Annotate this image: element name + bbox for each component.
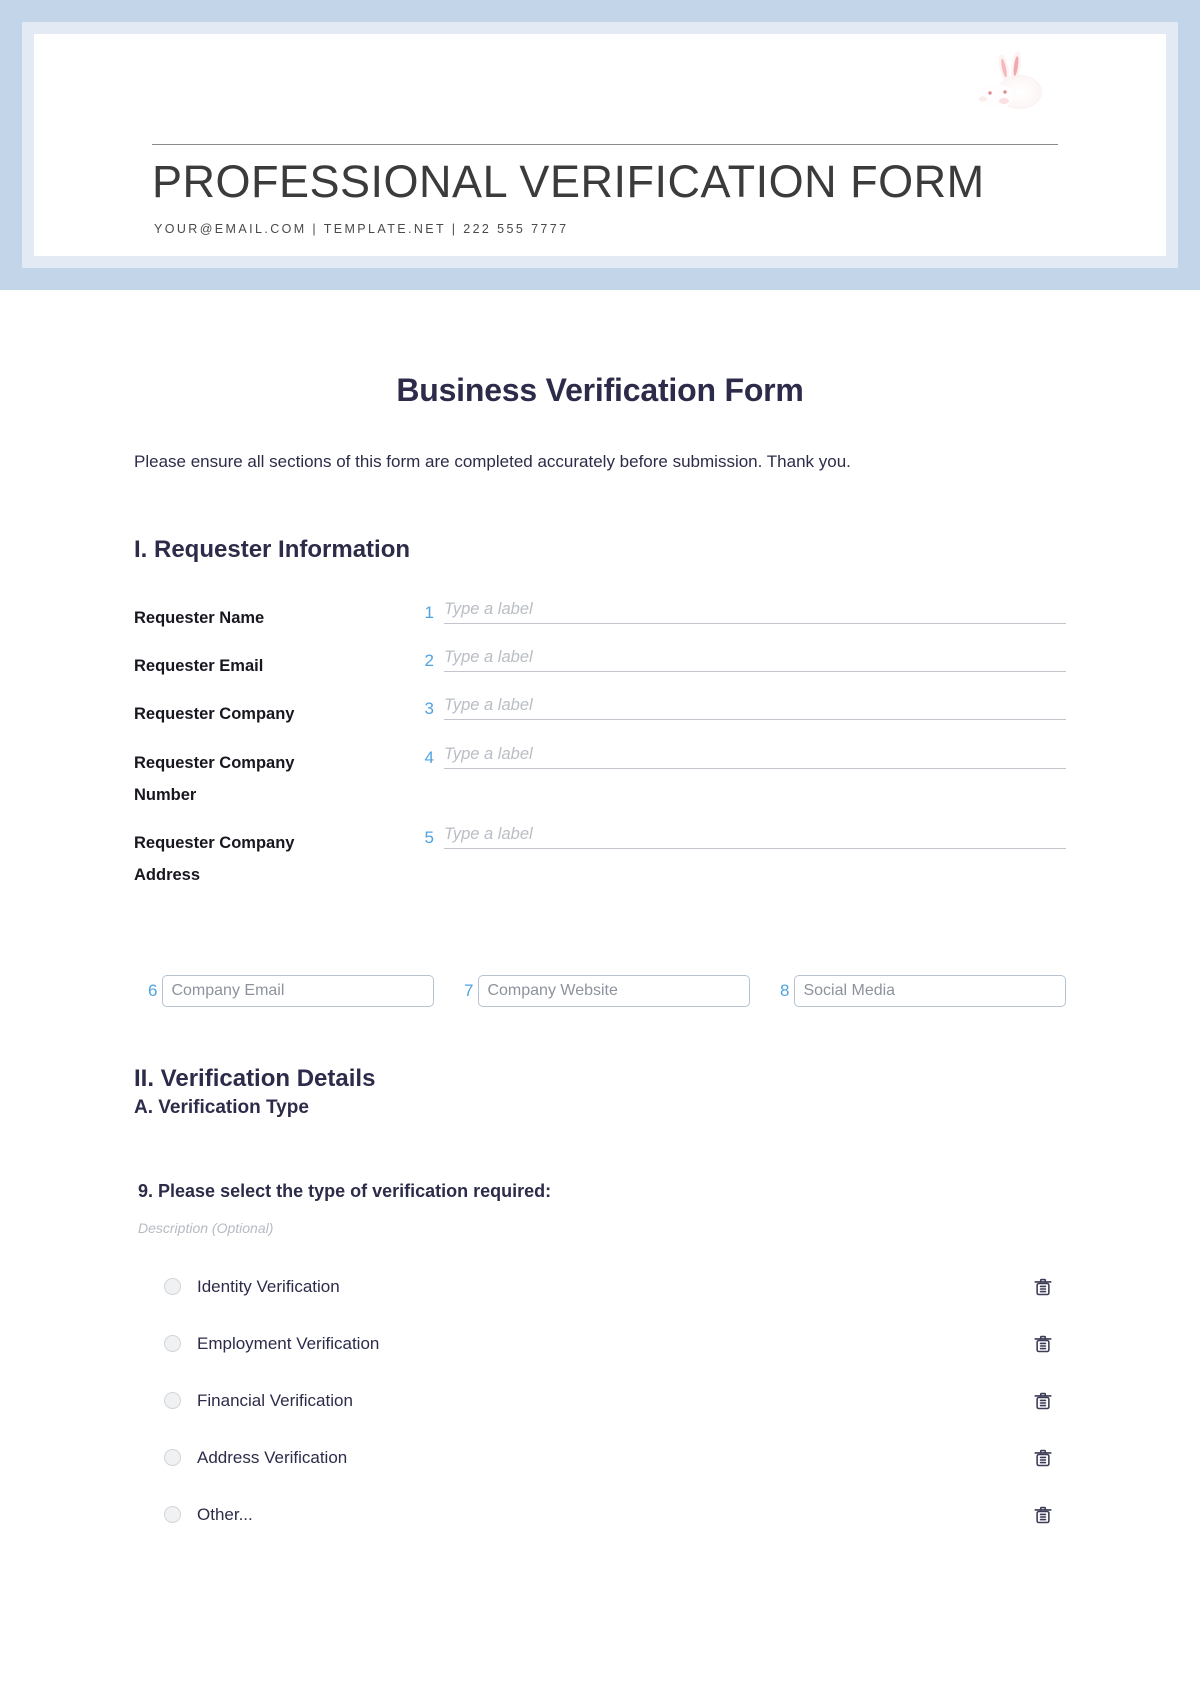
option-row-employment-verification[interactable]: Employment Verification bbox=[134, 1315, 1066, 1372]
field-row-requester-name: Requester Name 1 Type a label bbox=[134, 600, 1066, 634]
box-number-8: 8 bbox=[780, 981, 790, 1001]
letterhead-divider bbox=[152, 144, 1058, 145]
box-item-company-email: 6 Company Email bbox=[148, 975, 434, 1008]
option-label-identity-verification: Identity Verification bbox=[197, 1276, 340, 1296]
option-row-identity-verification[interactable]: Identity Verification bbox=[134, 1258, 1066, 1315]
field-row-requester-company-address: Requester Company Address 5 Type a label bbox=[134, 825, 1066, 891]
field-number-4: 4 bbox=[424, 747, 434, 767]
option-label-employment-verification: Employment Verification bbox=[197, 1333, 380, 1353]
box-item-company-website: 7 Company Website bbox=[464, 975, 750, 1008]
field-row-requester-email: Requester Email 2 Type a label bbox=[134, 648, 1066, 682]
option-row-address-verification[interactable]: Address Verification bbox=[134, 1429, 1066, 1486]
field-label-requester-name: Requester Name bbox=[134, 609, 265, 628]
requester-company-placeholder: Type a label bbox=[444, 696, 533, 715]
radio-other[interactable] bbox=[164, 1506, 181, 1524]
field-number-2: 2 bbox=[424, 651, 434, 671]
trash-icon-address-verification[interactable] bbox=[1032, 1447, 1054, 1469]
field-row-requester-company-number: Requester Company Number 4 Type a label bbox=[134, 745, 1066, 811]
option-label-address-verification: Address Verification bbox=[197, 1447, 348, 1467]
requester-fields-group: Requester Name 1 Type a label Requester … bbox=[134, 600, 1066, 891]
letterhead-panel: PROFESSIONAL VERIFICATION FORM YOUR@EMAI… bbox=[34, 34, 1166, 256]
company-website-input[interactable]: Company Website bbox=[478, 975, 750, 1008]
section-heading-verification-details: II. Verification Details bbox=[134, 1065, 376, 1093]
field-number-1: 1 bbox=[424, 603, 434, 623]
trash-icon-identity-verification[interactable] bbox=[1032, 1276, 1054, 1298]
option-label-financial-verification: Financial Verification bbox=[197, 1390, 353, 1410]
requester-company-address-input[interactable]: Type a label bbox=[444, 825, 1066, 849]
requester-email-placeholder: Type a label bbox=[444, 648, 533, 667]
option-label-other: Other... bbox=[197, 1504, 253, 1524]
question-9-label: 9. Please select the type of verificatio… bbox=[138, 1181, 552, 1202]
box-number-6: 6 bbox=[148, 981, 158, 1001]
trash-icon-employment-verification[interactable] bbox=[1032, 1333, 1054, 1355]
field-label-requester-company-address: Requester Company Address bbox=[134, 834, 295, 885]
requester-name-input[interactable]: Type a label bbox=[444, 600, 1066, 625]
field-row-requester-company: Requester Company 3 Type a label bbox=[134, 696, 1066, 730]
company-email-input[interactable]: Company Email bbox=[162, 975, 434, 1008]
letterhead-outer-border: PROFESSIONAL VERIFICATION FORM YOUR@EMAI… bbox=[0, 0, 1200, 290]
requester-company-number-input[interactable]: Type a label bbox=[444, 745, 1066, 769]
requester-company-number-placeholder: Type a label bbox=[444, 744, 533, 763]
field-number-5: 5 bbox=[424, 828, 434, 847]
contact-boxes-row: 6 Company Email 7 Company Website 8 Soci… bbox=[134, 975, 1066, 1008]
social-media-input[interactable]: Social Media bbox=[794, 975, 1066, 1008]
radio-employment-verification[interactable] bbox=[164, 1335, 181, 1353]
field-label-requester-email: Requester Email bbox=[134, 657, 264, 676]
requester-company-input[interactable]: Type a label bbox=[444, 696, 1066, 721]
section-heading-requester-information: I. Requester Information bbox=[134, 536, 411, 564]
trash-icon-other[interactable] bbox=[1032, 1504, 1054, 1526]
field-label-requester-company-number: Requester Company Number bbox=[134, 753, 295, 804]
rabbit-logo-icon bbox=[964, 46, 1054, 118]
intro-paragraph: Please ensure all sections of this form … bbox=[134, 452, 851, 471]
trash-icon-financial-verification[interactable] bbox=[1032, 1390, 1054, 1412]
field-label-requester-company: Requester Company bbox=[134, 705, 295, 724]
field-number-3: 3 bbox=[424, 699, 434, 719]
page-title: Business Verification Form bbox=[396, 372, 804, 408]
letterhead-title: PROFESSIONAL VERIFICATION FORM bbox=[152, 156, 985, 207]
option-row-financial-verification[interactable]: Financial Verification bbox=[134, 1372, 1066, 1429]
requester-company-address-placeholder: Type a label bbox=[444, 825, 533, 843]
requester-name-placeholder: Type a label bbox=[444, 600, 533, 619]
subsection-heading-verification-type: A. Verification Type bbox=[134, 1097, 309, 1119]
option-row-other[interactable]: Other... bbox=[134, 1486, 1066, 1543]
letterhead-contact: YOUR@EMAIL.COM | TEMPLATE.NET | 222 555 … bbox=[154, 222, 569, 236]
document-body: Business Verification Form Please ensure… bbox=[0, 372, 1200, 1543]
box-item-social-media: 8 Social Media bbox=[780, 975, 1066, 1008]
radio-financial-verification[interactable] bbox=[164, 1392, 181, 1410]
radio-address-verification[interactable] bbox=[164, 1449, 181, 1467]
verification-type-option-list: Identity Verification Employment Verific… bbox=[134, 1258, 1066, 1543]
letterhead-inner-border: PROFESSIONAL VERIFICATION FORM YOUR@EMAI… bbox=[22, 22, 1178, 268]
radio-identity-verification[interactable] bbox=[164, 1278, 181, 1296]
requester-email-input[interactable]: Type a label bbox=[444, 648, 1066, 673]
box-number-7: 7 bbox=[464, 981, 474, 1001]
question-9-description[interactable]: Description (Optional) bbox=[134, 1220, 1066, 1236]
